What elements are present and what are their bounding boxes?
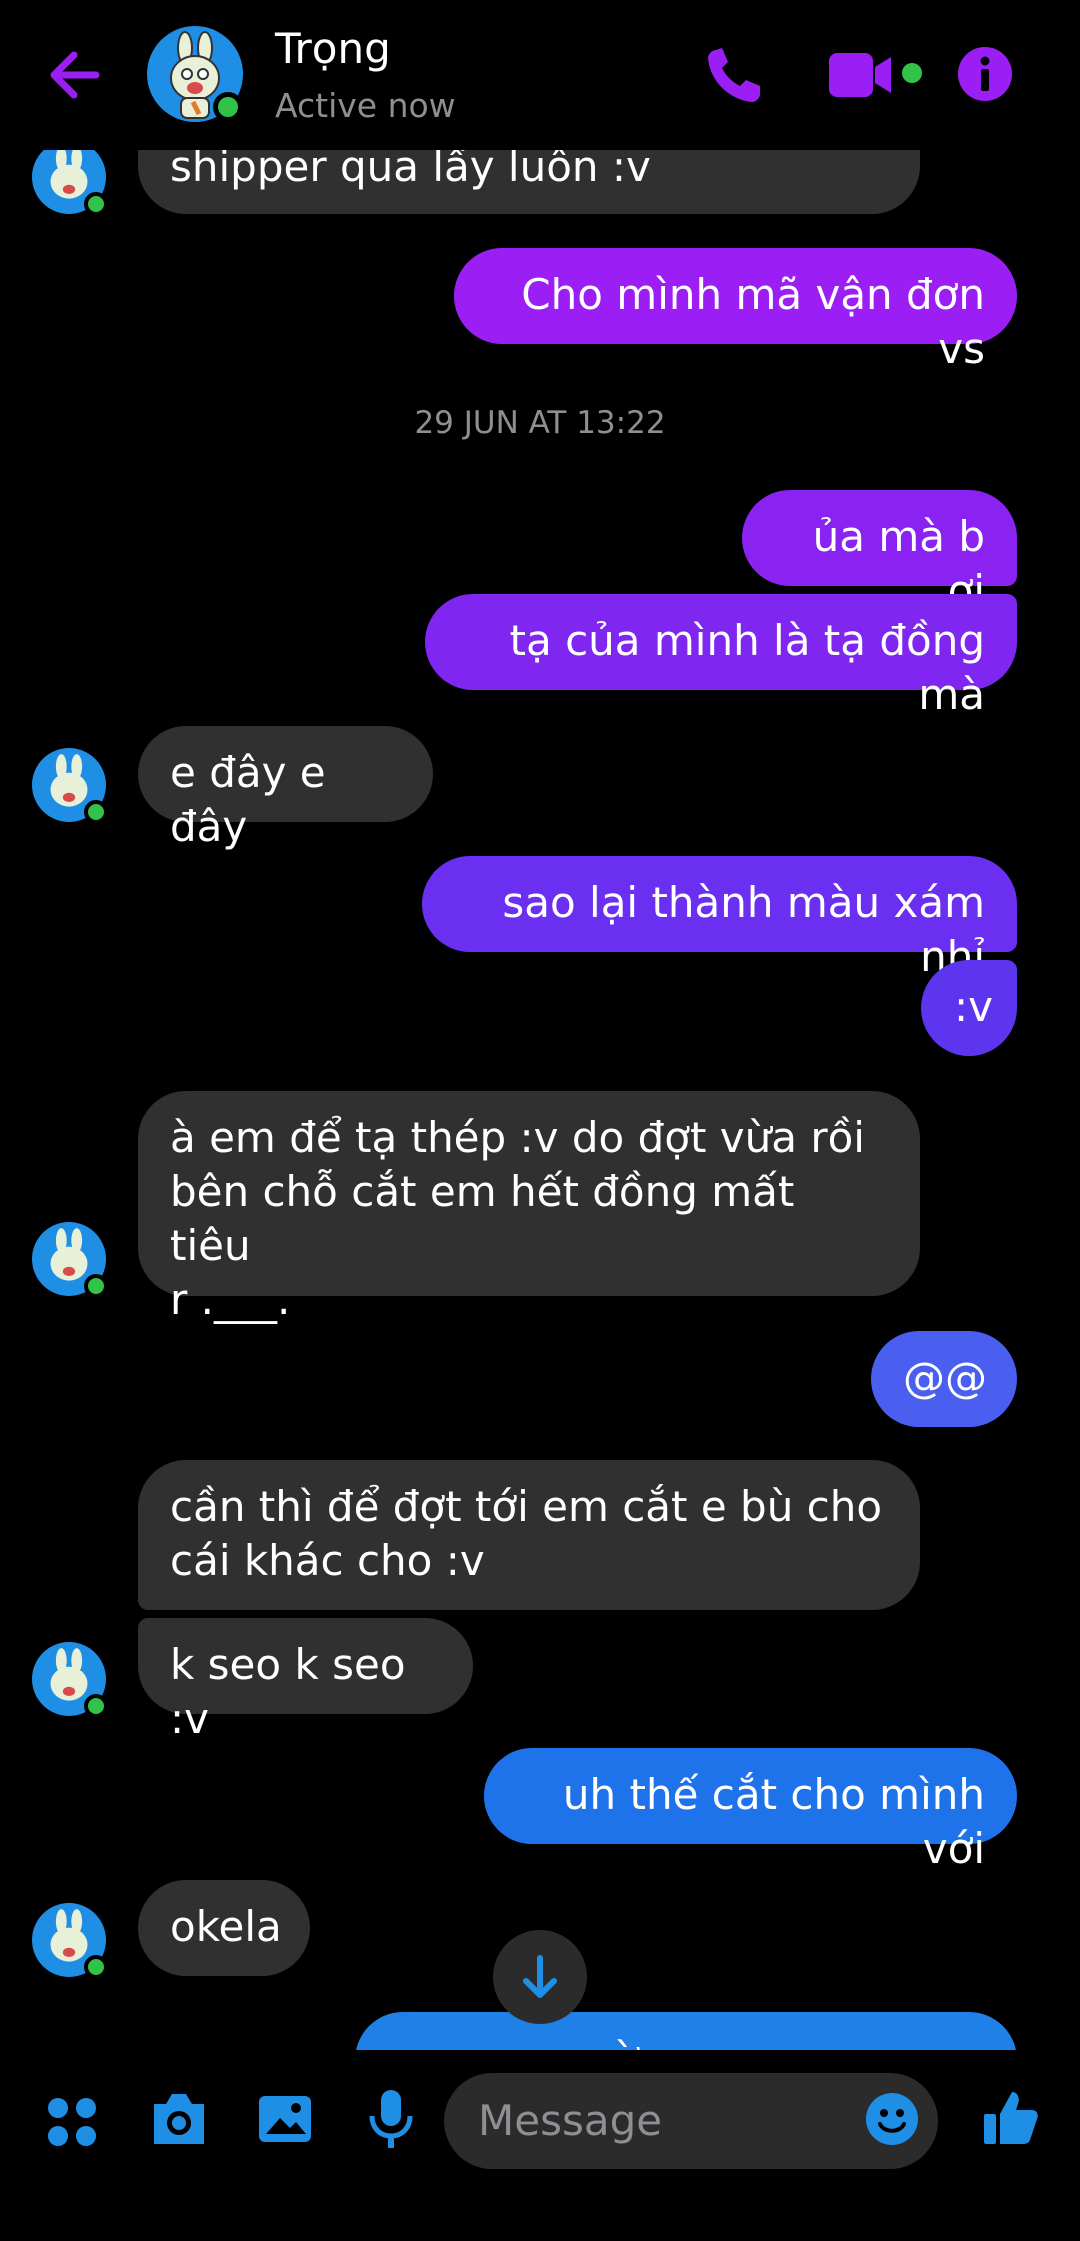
incoming-message[interactable]: e đây e đây: [138, 726, 433, 851]
online-indicator: [84, 1955, 108, 1979]
arrow-down-icon: [523, 1955, 557, 1998]
online-indicator: [84, 1694, 108, 1718]
contact-name[interactable]: Trọng: [275, 24, 391, 73]
online-indicator: [84, 1274, 108, 1298]
info-icon[interactable]: [956, 45, 1014, 103]
incoming-message[interactable]: k seo k seo :v: [138, 1618, 473, 1743]
camera-icon[interactable]: [148, 2090, 210, 2148]
video-active-dot: [902, 63, 922, 83]
outgoing-message[interactable]: Cho mình mã vận đơn vs: [454, 248, 1017, 373]
incoming-message[interactable]: okela: [138, 1880, 310, 1976]
gallery-icon[interactable]: [256, 2090, 314, 2148]
chat-header: Trọng Active now: [0, 0, 1080, 150]
online-indicator: [84, 192, 108, 216]
incoming-message[interactable]: cần thì để đợt tới em cắt e bù cho cái k…: [138, 1460, 920, 1610]
online-indicator: [213, 92, 243, 122]
menu-dots-icon[interactable]: [44, 2094, 100, 2150]
microphone-icon[interactable]: [366, 2088, 416, 2150]
timestamp: 29 JUN AT 13:22: [414, 405, 666, 441]
like-icon[interactable]: [982, 2088, 1040, 2148]
message-input-placeholder: Message: [478, 2096, 663, 2145]
back-arrow-icon[interactable]: [40, 40, 110, 110]
incoming-message[interactable]: à em để tạ thép :v do đợt vừa rồi bên ch…: [138, 1091, 920, 1324]
video-camera-icon[interactable]: [825, 45, 895, 105]
outgoing-message[interactable]: sao lại thành màu xám nhỉ: [422, 856, 1017, 981]
outgoing-message[interactable]: ủa mà b ơi: [742, 490, 1017, 615]
outgoing-message[interactable]: :v: [921, 960, 1017, 1056]
active-status: Active now: [275, 86, 456, 125]
online-indicator: [84, 800, 108, 824]
outgoing-message[interactable]: @@: [871, 1331, 1017, 1427]
emoji-icon[interactable]: [864, 2091, 920, 2147]
scroll-to-bottom-button[interactable]: [493, 1930, 587, 2024]
phone-icon[interactable]: [700, 40, 770, 110]
outgoing-message[interactable]: tạ của mình là tạ đồng mà: [425, 594, 1017, 719]
outgoing-message[interactable]: uh thế cắt cho mình với: [484, 1748, 1017, 1873]
